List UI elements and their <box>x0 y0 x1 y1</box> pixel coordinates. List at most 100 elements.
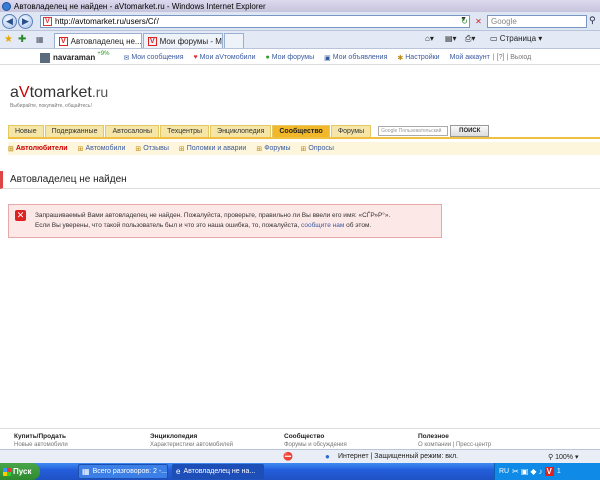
settings-link[interactable]: ✱ Настройки <box>397 54 439 62</box>
print-icon[interactable]: ⎙▾ <box>465 34 475 44</box>
error-text: Запрашиваемый Вами автовладелец не найде… <box>35 211 390 231</box>
subnav-reviews[interactable]: ⊞ Отзывы <box>135 145 169 153</box>
nav-service[interactable]: Техцентры <box>160 125 210 137</box>
taskbar-button-chat[interactable]: ▦ Всего разговоров: 2 -... <box>78 464 168 479</box>
logo-rest: tomarket <box>29 84 92 101</box>
link-label: Мои аVтомобили <box>199 54 256 61</box>
refresh-icon[interactable]: ↻ <box>459 16 470 27</box>
stop-icon[interactable]: ✕ <box>473 16 484 27</box>
home-icon[interactable]: ⌂▾ <box>425 34 434 43</box>
popup-blocker-icon[interactable]: ⛔ <box>283 452 293 461</box>
error-message: ✕ Запрашиваемый Вами автовладелец не най… <box>8 204 442 238</box>
footer-col-useful: Полезное О компании | Пресс-центр <box>418 433 491 448</box>
globe-icon: ● <box>325 452 330 461</box>
error-icon: ✕ <box>15 210 26 221</box>
search-icon[interactable]: ⚲ <box>589 15 600 28</box>
back-button[interactable]: ◀ <box>2 14 17 29</box>
my-ads-link[interactable]: ▣ Мои объявления <box>324 54 387 62</box>
tray-app-icon[interactable]: ◆ <box>530 467 536 476</box>
subnav-label: Автомобили <box>85 145 126 152</box>
tab-active[interactable]: V Автовладелец не... ✕ <box>54 33 142 48</box>
address-bar[interactable]: V http://avtomarket.ru/users/Сѓ/ ▼ <box>40 15 470 28</box>
volume-icon[interactable]: ♪ <box>539 467 543 476</box>
forward-button[interactable]: ▶ <box>18 14 33 29</box>
folder-icon: ▦ <box>82 467 90 476</box>
forum-icon: ● <box>265 54 270 61</box>
footer-link[interactable]: Форумы и обсуждения <box>284 442 347 448</box>
footer-col-encyclopedia: Энциклопедия Характеристики автомобилей <box>150 433 233 448</box>
subnav-label: Опросы <box>308 145 334 152</box>
help-link[interactable]: | [?] | <box>493 54 508 61</box>
address-toolbar: ◀ ▶ V http://avtomarket.ru/users/Сѓ/ ▼ ↻… <box>0 12 600 31</box>
add-favorite-icon[interactable]: ✚ <box>18 34 26 45</box>
back-arrow-icon: ◀ <box>6 16 13 26</box>
nav-forums[interactable]: Форумы <box>330 125 372 137</box>
footer-heading: Энциклопедия <box>150 433 198 440</box>
envelope-icon: ✉ <box>123 54 130 62</box>
language-indicator[interactable]: RU <box>499 468 509 475</box>
nav-used[interactable]: Подержанные <box>44 125 105 137</box>
site-search-input[interactable]: Google Пользовательский <box>378 126 449 136</box>
nav-encyclopedia[interactable]: Энциклопедия <box>210 125 272 137</box>
zoom-value: 100% <box>555 454 573 461</box>
zoom-level[interactable]: ⚲ 100% ▾ <box>548 453 578 461</box>
address-url: http://avtomarket.ru/users/Сѓ/ <box>55 17 159 26</box>
page-menu[interactable]: ▭ Страница ▾ <box>490 34 542 43</box>
window-title: Автовладелец не найден - aVtomarket.ru -… <box>14 1 266 11</box>
subnav-forums[interactable]: ⊞ Форумы <box>256 145 290 153</box>
new-tab-button[interactable] <box>224 33 244 48</box>
tab-forums[interactable]: V Мои форумы - Мой... <box>143 33 223 48</box>
link-label: Мой аккаунт <box>449 54 490 61</box>
security-zone[interactable]: Интернет | Защищенный режим: вкл. <box>338 453 458 460</box>
nav-dealers[interactable]: Автосалоны <box>105 125 160 137</box>
avatar <box>40 52 50 63</box>
logout-link[interactable]: Выход <box>510 54 531 61</box>
user-rating: +9% <box>97 50 110 57</box>
link-label: Настройки <box>405 54 440 61</box>
start-button[interactable]: Пуск <box>0 463 40 480</box>
ads-icon: ▣ <box>324 54 331 62</box>
subnav-breakdowns[interactable]: ⊞ Поломки и аварии <box>179 145 246 153</box>
my-account-link[interactable]: Мой аккаунт <box>450 54 490 61</box>
forward-arrow-icon: ▶ <box>22 16 29 26</box>
my-messages-link[interactable]: ✉ Мои сообщения <box>123 54 183 62</box>
page-icon: ▭ <box>490 34 498 43</box>
windows-logo-icon <box>3 467 11 476</box>
logout-label: Выход <box>510 54 532 61</box>
user-profile[interactable]: navaraman +9% <box>40 50 110 63</box>
my-cars-link[interactable]: ♥ Мои аVтомобили <box>193 54 255 61</box>
favorites-star-icon[interactable]: ★ <box>4 34 13 45</box>
subnav-label: Отзывы <box>143 145 169 152</box>
tab-label: Автовладелец не... <box>70 36 142 46</box>
feeds-icon[interactable]: ▤▾ <box>445 34 457 43</box>
search-input[interactable]: Google <box>487 15 587 28</box>
system-tray: RU ✂ ▣ ◆ ♪ V 1 <box>494 463 600 480</box>
subnav-car-enthusiasts[interactable]: ⊞ Автолюбители <box>8 145 68 153</box>
taskbar-label: Всего разговоров: 2 -... <box>92 468 168 475</box>
subnav-cars[interactable]: ⊞ Автомобили <box>78 145 126 153</box>
footer-link[interactable]: О компании | Пресс-центр <box>418 442 491 448</box>
help-label: [?] <box>496 54 505 61</box>
bullet-icon: ⊞ <box>8 145 14 153</box>
tray-avtomarket-icon[interactable]: V <box>544 467 554 476</box>
footer-link[interactable]: Новые автомобили <box>14 442 68 448</box>
taskbar-button-ie[interactable]: e Автовладелец не на... <box>172 464 264 479</box>
taskbar-label: Автовладелец не на... <box>183 468 256 475</box>
nav-community[interactable]: Сообщество <box>272 125 330 137</box>
subnav-label: Автолюбители <box>15 145 68 152</box>
tray-tool-icon[interactable]: ✂ <box>512 467 519 476</box>
my-forums-link[interactable]: ● Мои форумы <box>266 54 315 61</box>
web-page: navaraman +9% ✉ Мои сообщения ♥ Мои аVто… <box>0 49 600 458</box>
page-title: Автовладелец не найден <box>0 171 600 189</box>
contact-us-link[interactable]: сообщите нам <box>301 222 344 229</box>
tab-list-icon[interactable]: ▦ <box>36 35 44 44</box>
site-search-button[interactable]: ПОИСК <box>450 125 490 137</box>
nav-new[interactable]: Новые <box>8 125 44 137</box>
logo-a: a <box>10 84 19 101</box>
tab-favicon-icon: V <box>59 36 68 46</box>
subnav-polls[interactable]: ⊞ Опросы <box>301 145 334 153</box>
footer-link[interactable]: Характеристики автомобилей <box>150 442 233 448</box>
site-logo[interactable]: aVtomarket.ru <box>10 84 108 102</box>
footer-col-community: Сообщество Форумы и обсуждения <box>284 433 347 448</box>
tray-network-icon[interactable]: ▣ <box>521 467 529 476</box>
